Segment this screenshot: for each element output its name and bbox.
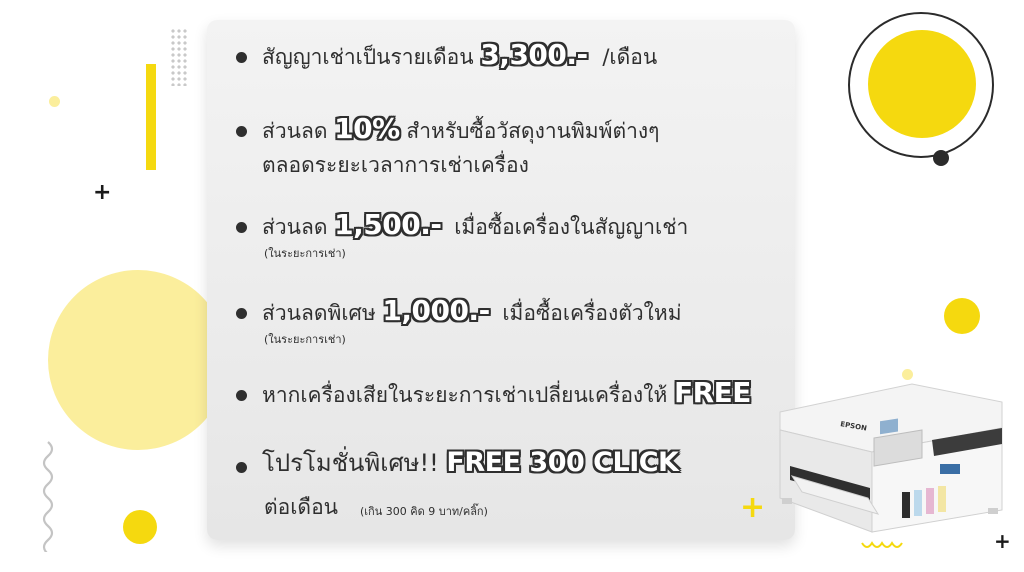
highlight-price: 1,000.-: [382, 294, 490, 327]
promo-item-4: ส่วนลดพิเศษ 1,000.- เมื่อซื้อเครื่องตัวใ…: [262, 297, 682, 326]
item-text: เมื่อซื้อเครื่องในสัญญาเช่า: [454, 215, 689, 239]
highlight-discount: 10%: [334, 112, 400, 145]
decorative-dot: [933, 150, 949, 166]
item-text: โปรโมชั่นพิเศษ!!: [262, 449, 439, 477]
bullet-icon: [236, 308, 247, 319]
decorative-dot-grid: [170, 28, 188, 86]
item-note: (ในระยะการเช่า): [264, 333, 346, 346]
promo-item-3: ส่วนลด 1,500.- เมื่อซื้อเครื่องในสัญญาเช…: [262, 211, 689, 240]
promo-item-2: ส่วนลด 10% สำหรับซื้อวัสดุงานพิมพ์ต่างๆ: [262, 115, 660, 144]
bullet-icon: [236, 126, 247, 137]
item-text: หากเครื่องเสียในระยะการเช่าเปลี่ยนเครื่อ…: [262, 383, 668, 407]
highlight-price: 3,300.-: [480, 38, 588, 71]
highlight-free-click: FREE 300 CLICK: [446, 447, 679, 478]
decorative-dot: [944, 298, 980, 334]
item-text: ส่วนลด: [262, 119, 328, 143]
item-note: (เกิน 300 คิด 9 บาท/คลิ๊ก): [360, 505, 488, 518]
bullet-icon: [236, 462, 247, 473]
printer-image: EPSON: [779, 383, 1003, 533]
highlight-price: 1,500.-: [334, 208, 442, 241]
decorative-dot: [123, 510, 157, 544]
item-text: สำหรับซื้อวัสดุงานพิมพ์ต่างๆ: [406, 119, 660, 143]
item-text: ตลอดระยะเวลาการเช่าเครื่อง: [262, 153, 529, 177]
promo-item-5: หากเครื่องเสียในระยะการเช่าเปลี่ยนเครื่อ…: [262, 379, 751, 408]
item-text: ส่วนลด: [262, 215, 328, 239]
decorative-dot: [902, 369, 913, 380]
item-note: (ในระยะการเช่า): [264, 247, 346, 260]
promo-item-6: โปรโมชั่นพิเศษ!! FREE 300 CLICK: [262, 447, 679, 478]
decorative-bar: [146, 64, 156, 170]
promo-item-1: สัญญาเช่าเป็นรายเดือน 3,300.- /เดือน: [262, 41, 658, 70]
decorative-circle: [48, 270, 228, 450]
item-text: /เดือน: [602, 45, 658, 69]
plus-icon: +: [93, 180, 112, 205]
decorative-dot: [49, 96, 60, 107]
bullet-icon: [236, 52, 247, 63]
item-text: เมื่อซื้อเครื่องตัวใหม่: [502, 301, 682, 325]
decorative-circle: [868, 30, 976, 138]
highlight-free: FREE: [673, 376, 751, 409]
item-text: ส่วนลดพิเศษ: [262, 301, 376, 325]
bullet-icon: [236, 222, 247, 233]
bullet-icon: [236, 390, 247, 401]
item-text: สัญญาเช่าเป็นรายเดือน: [262, 45, 474, 69]
squiggle-icon: [42, 441, 54, 552]
item-text: ต่อเดือน: [264, 495, 339, 519]
